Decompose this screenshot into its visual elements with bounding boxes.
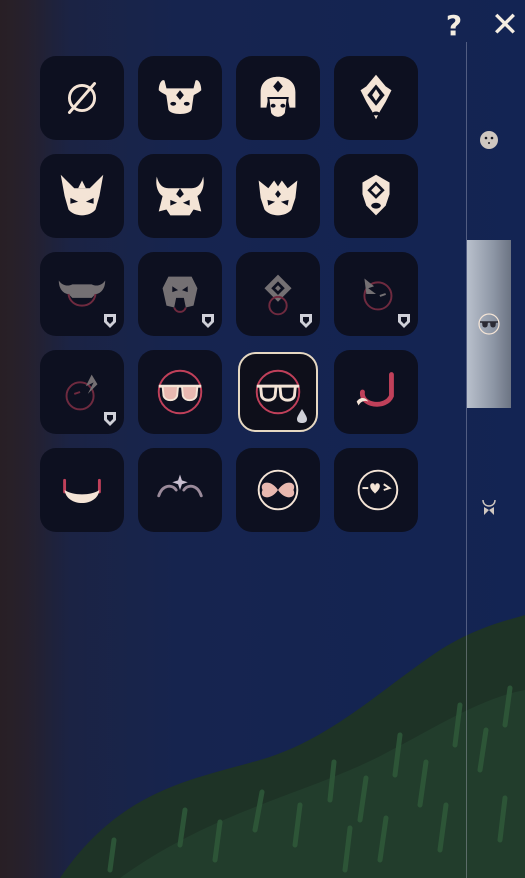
item-slot-none[interactable] [40, 56, 124, 140]
tab-neck[interactable] [467, 478, 511, 538]
item-slot-diamond-mask[interactable] [334, 56, 418, 140]
cat-mask-icon [258, 180, 298, 216]
item-slot-horned-face[interactable] [40, 252, 124, 336]
diamond-mask-icon [360, 74, 392, 120]
close-button[interactable]: ✕ [488, 5, 522, 45]
neck-icon [482, 499, 496, 515]
item-slot-heart-wink[interactable] [334, 448, 418, 532]
horned-mask-icon [158, 80, 202, 114]
face-icon [480, 131, 498, 149]
item-slot-oni-mask[interactable] [138, 154, 222, 238]
mustache-icon [356, 372, 394, 407]
none-icon [67, 82, 97, 114]
item-slot-feather-face[interactable] [334, 252, 418, 336]
tab-face[interactable] [467, 110, 511, 170]
lock-badge-icon [104, 412, 116, 426]
fox-mask-icon [60, 174, 104, 216]
lock-badge-icon [398, 314, 410, 328]
item-slot-crowned-mask[interactable] [236, 56, 320, 140]
heart-wink-icon [357, 469, 399, 511]
item-slot-cat-mask[interactable] [236, 154, 320, 238]
item-slot-shield-mask[interactable] [334, 154, 418, 238]
lock-badge-icon [104, 314, 116, 328]
butterfly-face-icon [257, 469, 299, 511]
beard-icon [63, 478, 101, 504]
item-slot-sparkle-brows[interactable] [138, 448, 222, 532]
cosmetic-grid [40, 56, 418, 532]
help-button[interactable]: ? [437, 8, 471, 42]
item-slot-fox-mask[interactable] [40, 154, 124, 238]
item-slot-horned-mask[interactable] [138, 56, 222, 140]
oni-mask-icon [156, 176, 204, 216]
item-slot-spiky-face[interactable] [40, 350, 124, 434]
sparkle-brows-icon [157, 474, 203, 498]
crowned-mask-icon [260, 76, 296, 119]
candle-badge-icon [297, 409, 307, 423]
lock-badge-icon [300, 314, 312, 328]
shield-mask-icon [362, 174, 390, 216]
round-glasses-icon [157, 369, 203, 415]
item-slot-diamond-face[interactable] [236, 252, 320, 336]
item-slot-butterfly-face[interactable] [236, 448, 320, 532]
tab-glasses[interactable] [467, 240, 511, 408]
item-slot-glasses[interactable] [238, 352, 318, 432]
item-slot-round-glasses[interactable] [138, 350, 222, 434]
item-slot-beard[interactable] [40, 448, 124, 532]
item-slot-helmet-face[interactable] [138, 252, 222, 336]
item-slot-mustache[interactable] [334, 350, 418, 434]
glasses-icon [478, 313, 500, 335]
lock-badge-icon [202, 314, 214, 328]
